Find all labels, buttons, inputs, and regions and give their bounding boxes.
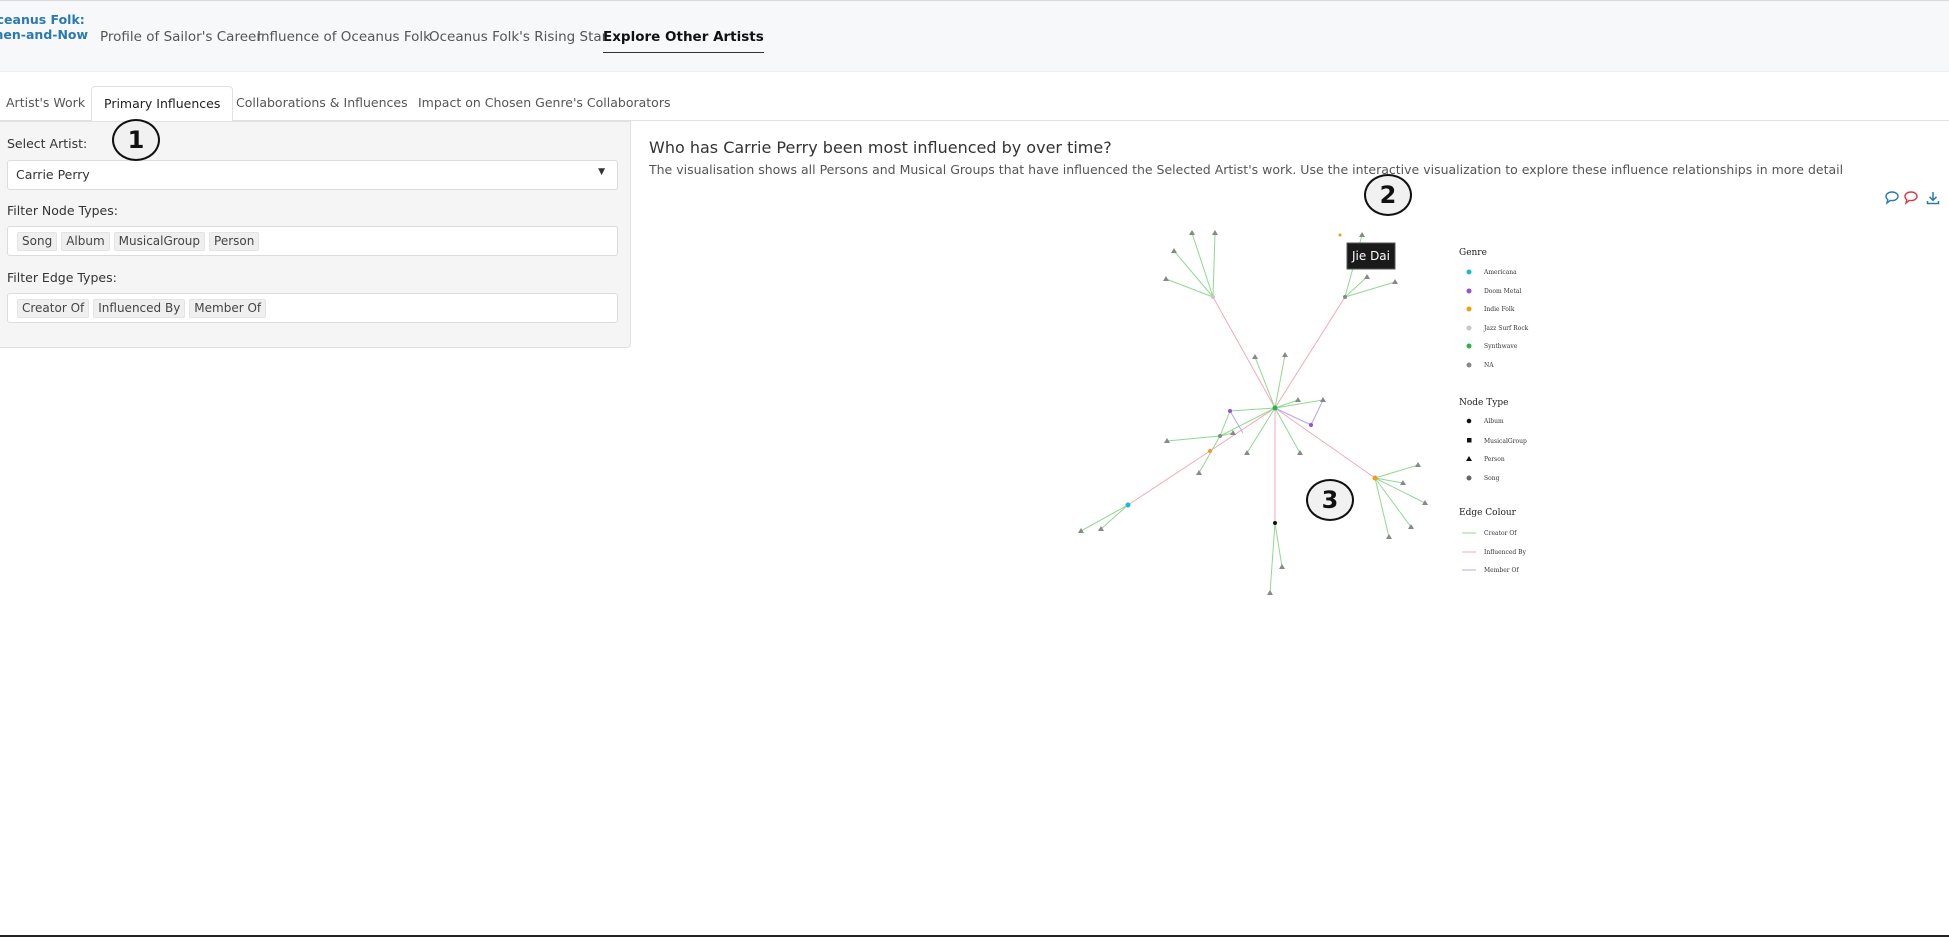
caret-down-icon: ▼ [598, 167, 605, 177]
legend-node-song: Song [1484, 475, 1500, 482]
node-tag-musicalgroup[interactable]: MusicalGroup [113, 232, 206, 251]
page-title: Who has Carrie Perry been most influence… [649, 138, 1112, 157]
legend-edge-creator-of: Creator Of [1484, 530, 1517, 537]
legend-genre-jazz-surf-rock: Jazz Surf Rock [1483, 325, 1529, 332]
legend-genre-swatch [1466, 325, 1472, 331]
tab-artists-work[interactable]: Artist's Work [0, 86, 97, 119]
legend-node-song-symbol [1466, 475, 1472, 481]
tab-primary-influences[interactable]: Primary Influences [91, 86, 234, 122]
legend-genre-title: Genre [1459, 248, 1487, 258]
nav-link-explore-artists[interactable]: Explore Other Artists [603, 29, 764, 53]
legend-edge-influenced-by: Influenced By [1484, 549, 1527, 556]
tooltip-text: Jie Dai [1351, 249, 1390, 263]
graph-nodes [1078, 230, 1428, 595]
node-type-filter[interactable]: Song Album MusicalGroup Person [7, 226, 618, 256]
legend-genre-na: NA [1484, 362, 1494, 369]
graph-legend: Genre Americana Doom Metal Indie Folk Ja… [1459, 248, 1529, 574]
legend-genre-indie-folk: Indie Folk [1484, 306, 1515, 313]
legend-genre-swatch [1466, 269, 1472, 275]
legend-genre-swatch [1466, 306, 1472, 312]
legend-genre-doom-metal: Doom Metal [1484, 288, 1521, 295]
page-description: The visualisation shows all Persons and … [649, 162, 1844, 177]
select-artist-label: Select Artist: [7, 136, 88, 151]
legend-genre-americana: Americana [1483, 269, 1517, 276]
legend-node-title: Node Type [1459, 398, 1508, 408]
node-tooltip: Jie Dai [1346, 242, 1396, 270]
legend-node-musicalgroup: MusicalGroup [1484, 438, 1527, 445]
legend-edge-member-of: Member Of [1484, 567, 1519, 574]
legend-node-person-symbol [1466, 456, 1472, 461]
nav-link-rising-star[interactable]: Oceanus Folk's Rising Star [429, 29, 607, 45]
tab-genre-impact[interactable]: Impact on Chosen Genre's Collaborators [406, 86, 682, 119]
legend-genre-swatch [1466, 288, 1472, 294]
legend-node-album: Album [1483, 418, 1504, 425]
speech-bubble-red-icon[interactable] [1903, 190, 1919, 206]
node-tag-album[interactable]: Album [61, 232, 110, 251]
artist-select-value: Carrie Perry [16, 167, 90, 182]
edge-tag-member-of[interactable]: Member Of [189, 299, 267, 318]
annotation-badge-2: 2 [1364, 174, 1412, 216]
filter-edge-label: Filter Edge Types: [7, 270, 117, 285]
legend-genre-swatch [1466, 343, 1472, 349]
graph-edges [1080, 232, 1426, 594]
legend-node-person: Person [1484, 456, 1505, 463]
node-tag-person[interactable]: Person [209, 232, 260, 251]
brand-line-2: Then-and-Now [0, 27, 89, 42]
filter-panel: Select Artist: Carrie Perry ▼ Filter Nod… [0, 121, 631, 348]
filter-node-label: Filter Node Types: [7, 203, 118, 218]
tab-collaborations-influences[interactable]: Collaborations & Influences [224, 86, 420, 119]
annotation-badge-3: 3 [1306, 479, 1354, 521]
legend-node-group-symbol [1467, 438, 1472, 443]
legend-node-album-symbol [1466, 418, 1472, 424]
top-navbar: Oceanus Folk: Then-and-Now Profile of Sa… [0, 0, 1949, 72]
node-tag-song[interactable]: Song [17, 232, 58, 251]
annotation-badge-1: 1 [112, 119, 160, 161]
nav-link-oceanus-influence[interactable]: Influence of Oceanus Folk [257, 29, 431, 45]
speech-bubble-icon[interactable] [1884, 190, 1900, 206]
brand-line-1: Oceanus Folk: [0, 12, 85, 27]
legend-genre-swatch [1466, 362, 1472, 368]
download-icon[interactable] [1925, 190, 1941, 206]
legend-genre-synthwave: Synthwave [1484, 343, 1518, 350]
artist-select[interactable]: Carrie Perry ▼ [7, 160, 618, 190]
edge-type-filter[interactable]: Creator Of Influenced By Member Of [7, 293, 618, 323]
app-brand[interactable]: Oceanus Folk: Then-and-Now [0, 12, 96, 42]
nav-link-sailor-career[interactable]: Profile of Sailor's Career [100, 29, 262, 45]
edge-tag-creator-of[interactable]: Creator Of [17, 299, 90, 318]
sub-tabs: Artist's Work Primary Influences Collabo… [0, 86, 1949, 122]
legend-edge-title: Edge Colour [1459, 508, 1517, 518]
edge-tag-influenced-by[interactable]: Influenced By [93, 299, 186, 318]
influence-network-graph[interactable]: Jie Dai Genre Americana Doom Metal Indie… [1075, 225, 1535, 605]
